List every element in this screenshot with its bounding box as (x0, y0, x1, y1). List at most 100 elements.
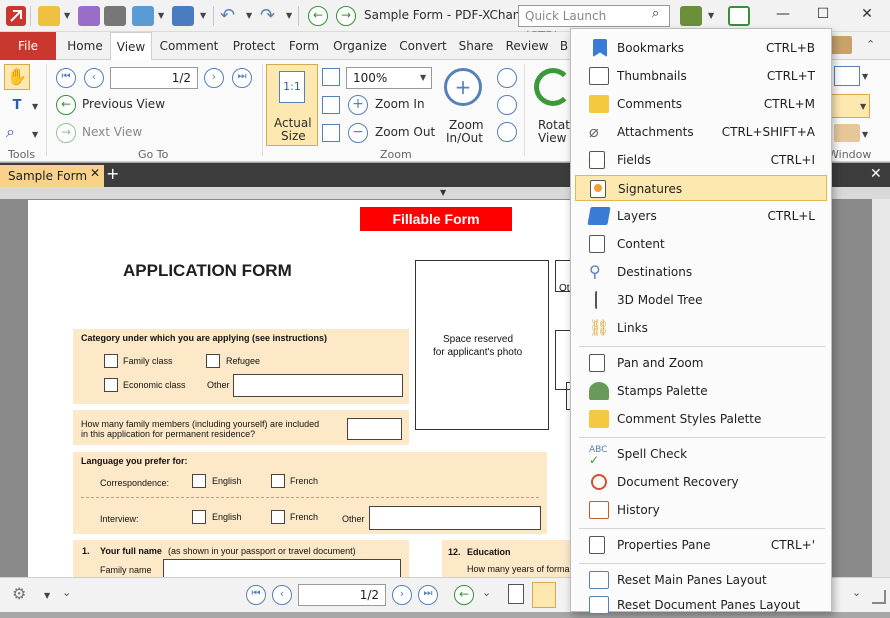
interview-english-checkbox[interactable] (192, 510, 206, 524)
menu-item-bookmarks[interactable]: Bookmarks CTRL+B (575, 35, 827, 61)
menu-item-properties-pane[interactable]: Properties Pane CTRL+' (575, 532, 827, 558)
menu-item-layers[interactable]: Layers CTRL+L (575, 203, 827, 229)
continuous-page-icon[interactable] (532, 582, 556, 608)
forward-arrow-icon[interactable]: → (336, 6, 356, 26)
refugee-checkbox[interactable] (206, 354, 220, 368)
tab-review[interactable]: Review (502, 32, 552, 60)
menu-item-stamps-palette[interactable]: Stamps Palette (575, 378, 827, 404)
new-tab-icon[interactable]: + (106, 164, 119, 183)
minimize-button[interactable]: — (772, 6, 794, 26)
expand-icon[interactable]: ⌄ (62, 586, 71, 599)
search-icon[interactable]: ⌕ (652, 6, 659, 21)
page-number-input[interactable]: 1/2 (110, 67, 198, 89)
zoom-inout-label[interactable]: In/Out (446, 131, 483, 145)
redo-icon[interactable]: ↷ (260, 5, 275, 26)
chevron-down-icon[interactable]: ▼ (862, 72, 868, 81)
fullscreen-icon[interactable] (728, 6, 750, 26)
menu-item-comment-styles-palette[interactable]: Comment Styles Palette (575, 406, 827, 432)
settings-gear-icon[interactable]: ⚙ (12, 584, 26, 603)
menu-item-comments[interactable]: Comments CTRL+M (575, 91, 827, 117)
first-page-icon[interactable]: ⏮ (246, 585, 266, 605)
tab-convert[interactable]: Convert (396, 32, 450, 60)
fit-page-icon[interactable] (322, 68, 340, 86)
previous-view-icon[interactable]: ← (56, 95, 76, 115)
previous-page-icon[interactable]: ‹ (84, 68, 104, 88)
zoom-inout-icon[interactable]: + (444, 68, 482, 106)
print-icon[interactable] (104, 6, 126, 26)
menu-item-history[interactable]: History (575, 497, 827, 523)
menu-item-content[interactable]: Content (575, 231, 827, 257)
zoom-out-button[interactable]: Zoom Out (375, 125, 435, 139)
chevron-down-icon[interactable]: ▼ (64, 11, 70, 20)
expand-right-icon[interactable]: ⌄ (852, 586, 861, 599)
menu-item-attachments[interactable]: ⌀ Attachments CTRL+SHIFT+A (575, 119, 827, 145)
settings-icon[interactable] (680, 6, 702, 26)
family-members-field[interactable] (347, 418, 402, 440)
zoom-in-icon[interactable]: + (348, 95, 368, 115)
rotate-view-label[interactable]: View (538, 131, 566, 145)
tab-form[interactable]: Form (284, 32, 324, 60)
maximize-button[interactable]: ☐ (812, 6, 834, 26)
vertical-scrollbar[interactable] (872, 199, 890, 577)
other-language-field[interactable] (369, 506, 541, 530)
fit-visible-icon[interactable] (322, 124, 340, 142)
undo-icon[interactable]: ↶ (220, 5, 235, 26)
previous-view-button[interactable]: Previous View (82, 97, 165, 111)
chevron-down-icon[interactable]: ▼ (860, 102, 866, 111)
last-page-icon[interactable]: ⏭ (418, 585, 438, 605)
actual-size-button[interactable]: 1:1 Actual Size (266, 64, 318, 146)
chevron-down-icon[interactable]: ▼ (440, 188, 446, 197)
next-page-icon[interactable]: › (392, 585, 412, 605)
interview-french-checkbox[interactable] (271, 510, 285, 524)
hand-tool-icon[interactable]: ✋ (4, 64, 30, 90)
quick-launch-input[interactable]: Quick Launch (CTRL+.) (518, 5, 670, 43)
menu-item-fields[interactable]: Fields CTRL+I (575, 147, 827, 173)
tab-home[interactable]: Home (62, 32, 108, 60)
menu-item-document-recovery[interactable]: Document Recovery (575, 469, 827, 495)
more-icon[interactable]: ⌄ (482, 586, 491, 599)
menu-item-spell-check[interactable]: ABC ✓ Spell Check (575, 441, 827, 467)
close-button[interactable]: ✕ (856, 6, 878, 26)
next-page-icon[interactable]: › (204, 68, 224, 88)
loupe-icon[interactable] (497, 122, 517, 142)
tab-protect[interactable]: Protect (226, 32, 282, 60)
tab-view[interactable]: View (110, 32, 152, 61)
email-icon[interactable] (132, 6, 154, 26)
chevron-down-icon[interactable]: ▼ (708, 11, 714, 20)
menu-item-thumbnails[interactable]: Thumbnails CTRL+T (575, 63, 827, 89)
next-view-button[interactable]: Next View (82, 125, 142, 139)
economic-class-checkbox[interactable] (104, 378, 118, 392)
chevron-down-icon[interactable]: ▼ (200, 11, 206, 20)
tab-organize[interactable]: Organize (330, 32, 390, 60)
rotate-view-icon[interactable] (534, 68, 572, 106)
chevron-down-icon[interactable]: ▼ (246, 11, 252, 20)
chevron-down-icon[interactable]: ▼ (420, 73, 426, 82)
menu-item-pan-and-zoom[interactable]: Pan and Zoom (575, 350, 827, 376)
first-page-icon[interactable]: ⏮ (56, 68, 76, 88)
scan-icon[interactable] (172, 6, 194, 26)
close-document-icon[interactable]: ✕ (870, 166, 882, 182)
window-layout-icon[interactable] (834, 66, 860, 86)
fit-width-icon[interactable] (322, 96, 340, 114)
correspondence-english-checkbox[interactable] (192, 474, 206, 488)
other-category-field[interactable] (233, 374, 403, 397)
save-icon[interactable] (78, 6, 100, 26)
menu-item-links[interactable]: ⛓ Links (575, 315, 827, 341)
status-page-input[interactable]: 1/2 (298, 584, 386, 606)
next-view-icon[interactable]: → (56, 123, 76, 143)
chevron-up-icon[interactable]: ⌃ (866, 38, 875, 51)
previous-page-icon[interactable]: ‹ (272, 585, 292, 605)
menu-item-signatures[interactable]: Signatures (575, 175, 827, 201)
correspondence-french-checkbox[interactable] (271, 474, 285, 488)
zoom-tool-icon[interactable]: ⌕ (6, 122, 15, 142)
chevron-down-icon[interactable]: ▼ (32, 130, 38, 139)
menu-item-reset-document-panes-layout[interactable]: Reset Document Panes Layout (575, 592, 827, 618)
zoom-small-in-icon[interactable] (497, 68, 517, 88)
workspace-icon[interactable] (834, 124, 860, 142)
zoom-small-out-icon[interactable] (497, 95, 517, 115)
single-page-icon[interactable] (508, 584, 524, 604)
chevron-down-icon[interactable]: ▼ (32, 102, 38, 111)
zoom-out-icon[interactable]: − (348, 123, 368, 143)
tab-partial[interactable]: B (558, 32, 570, 60)
tab-file[interactable]: File (0, 32, 56, 60)
